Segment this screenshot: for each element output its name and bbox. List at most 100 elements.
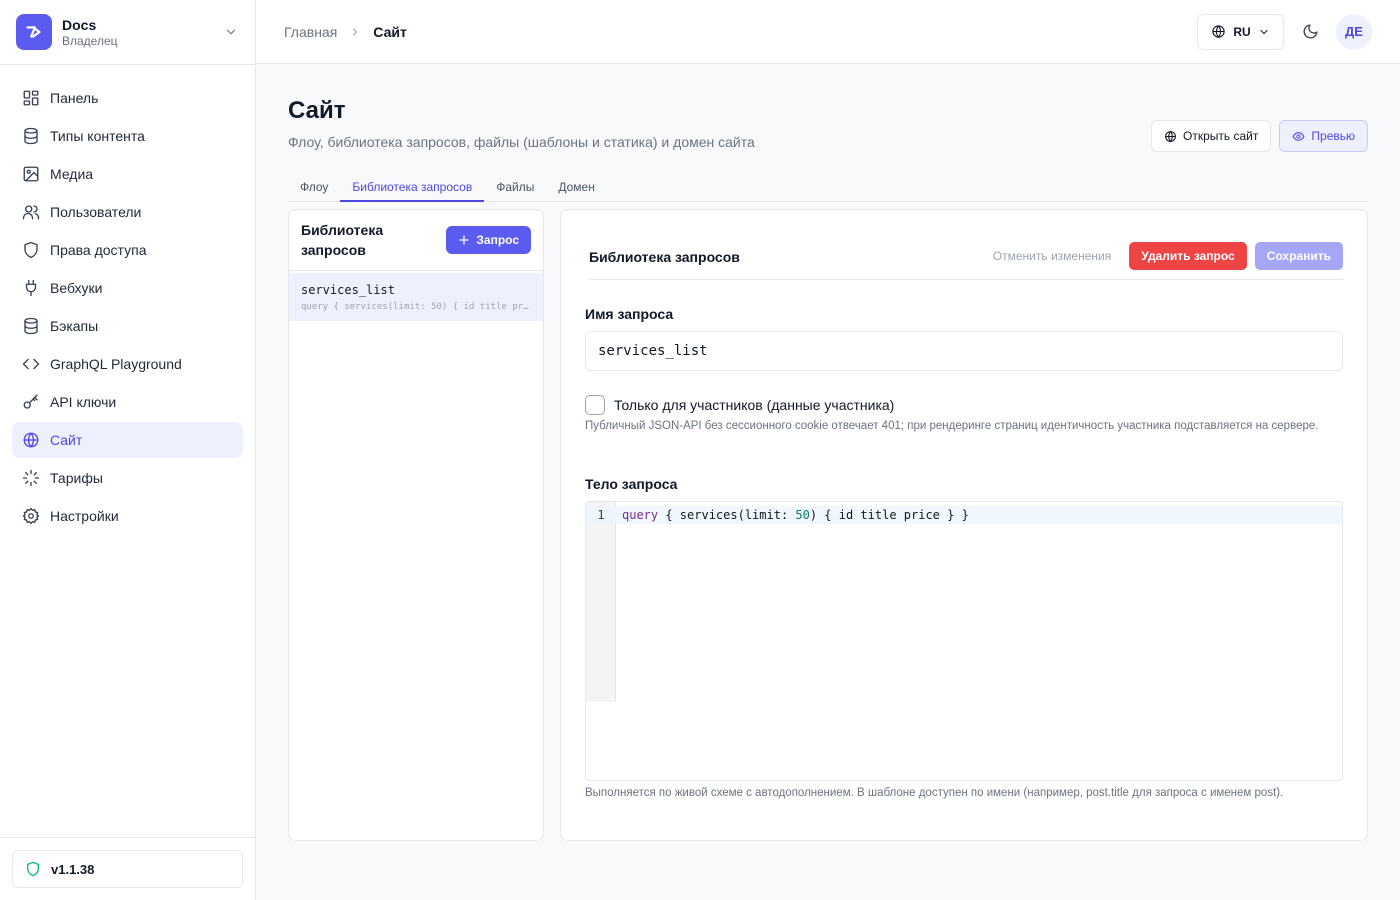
- plus-icon: [459, 235, 469, 245]
- tab-domain[interactable]: Домен: [546, 174, 607, 202]
- tab-flow[interactable]: Флоу: [288, 174, 340, 202]
- sidebar-nav: Панель Типы контента Медиа Пользователи …: [0, 65, 255, 534]
- editor-header: Библиотека запросов Отменить изменения У…: [589, 242, 1343, 280]
- globe-icon: [1212, 25, 1226, 38]
- sidebar-item-label: Медиа: [50, 166, 94, 182]
- users-icon: [22, 205, 40, 220]
- sidebar-item-graphql[interactable]: GraphQL Playground: [12, 346, 243, 382]
- shield-icon: [24, 241, 38, 259]
- query-editor-panel: Библиотека запросов Отменить изменения У…: [560, 209, 1368, 841]
- workspace-switcher[interactable]: Docs Владелец: [0, 0, 255, 65]
- workspace-role: Владелец: [62, 33, 118, 48]
- code-number: 50: [795, 508, 810, 522]
- version-text: v1.1.38: [51, 861, 95, 877]
- code-text: ) { id title price } }: [809, 508, 969, 522]
- query-body-label: Тело запроса: [585, 476, 678, 492]
- sidebar-item-label: Пользователи: [50, 204, 142, 220]
- code-text: { services(limit:: [658, 508, 796, 522]
- sidebar-item-webhooks[interactable]: Вебхуки: [12, 270, 243, 306]
- sidebar-item-settings[interactable]: Настройки: [12, 498, 243, 534]
- sidebar-item-api-keys[interactable]: API ключи: [12, 384, 243, 420]
- moon-icon: [1303, 24, 1318, 39]
- sidebar-item-label: Сайт: [50, 432, 83, 448]
- query-name-label: Имя запроса: [585, 306, 674, 322]
- language-select[interactable]: RU: [1197, 13, 1284, 50]
- globe-icon: [1165, 130, 1176, 142]
- language-value: RU: [1233, 24, 1251, 39]
- plug-icon: [25, 279, 37, 297]
- preview-button[interactable]: Превью: [1279, 120, 1368, 152]
- page-title: Сайт: [288, 97, 346, 124]
- editor-title: Библиотека запросов: [589, 249, 740, 265]
- globe-icon: [23, 432, 39, 448]
- query-name-input[interactable]: services_list: [585, 331, 1343, 371]
- query-body-hint: Выполняется по живой схеме с автодополне…: [585, 787, 1284, 799]
- add-query-label: Запрос: [476, 233, 519, 247]
- breadcrumb-home[interactable]: Главная: [284, 24, 337, 40]
- code-line: query { services(limit: 50) { id title p…: [616, 506, 1342, 524]
- cancel-changes-button[interactable]: Отменить изменения: [983, 242, 1121, 270]
- add-query-button[interactable]: Запрос: [446, 226, 531, 254]
- app-logo-icon: [16, 14, 52, 50]
- top-bar: Главная Сайт RU ДЕ: [256, 0, 1400, 64]
- sidebar-item-permissions[interactable]: Права доступа: [12, 232, 243, 268]
- page-subtitle: Флоу, библиотека запросов, файлы (шаблон…: [288, 134, 755, 150]
- breadcrumb: Главная Сайт: [284, 24, 407, 40]
- members-only-hint: Публичный JSON-API без сессионного cooki…: [585, 420, 1319, 432]
- chevron-down-icon: [223, 24, 239, 40]
- database-icon: [24, 127, 38, 145]
- query-name: services_list: [301, 283, 395, 297]
- sidebar: Docs Владелец Панель Типы контента Медиа…: [0, 0, 256, 900]
- loader-icon: [22, 469, 40, 487]
- database-icon: [24, 317, 38, 335]
- sidebar-item-users[interactable]: Пользователи: [12, 194, 243, 230]
- query-list-panel: Библиотека запросов Запрос services_list…: [288, 209, 544, 841]
- sidebar-item-label: GraphQL Playground: [50, 356, 182, 372]
- sidebar-item-backups[interactable]: Бэкапы: [12, 308, 243, 344]
- version-badge[interactable]: v1.1.38: [12, 850, 243, 888]
- line-gutter: 1: [586, 502, 616, 702]
- workspace-name: Docs: [62, 16, 97, 33]
- sidebar-item-label: Панель: [50, 90, 99, 106]
- sidebar-item-content-types[interactable]: Типы контента: [12, 118, 243, 154]
- members-only-checkbox[interactable]: [585, 395, 605, 415]
- query-list-title: Библиотека запросов: [301, 222, 384, 258]
- sidebar-footer: v1.1.38: [0, 837, 255, 900]
- sidebar-item-dashboard[interactable]: Панель: [12, 80, 243, 116]
- sidebar-item-media[interactable]: Медиа: [12, 156, 243, 192]
- chevron-down-icon: [1260, 29, 1268, 34]
- sidebar-item-label: Вебхуки: [50, 280, 103, 296]
- members-only-label: Только для участников (данные участника): [614, 397, 895, 413]
- sidebar-item-label: Права доступа: [50, 242, 147, 258]
- save-button[interactable]: Сохранить: [1254, 242, 1343, 270]
- open-site-label: Открыть сайт: [1183, 129, 1259, 143]
- theme-toggle[interactable]: [1292, 14, 1328, 50]
- breadcrumb-current: Сайт: [373, 23, 407, 40]
- sidebar-item-label: Настройки: [50, 508, 119, 524]
- sidebar-item-plans[interactable]: Тарифы: [12, 460, 243, 496]
- tab-query-library[interactable]: Библиотека запросов: [340, 174, 485, 202]
- sidebar-item-label: API ключи: [50, 394, 117, 410]
- sidebar-item-label: Тарифы: [50, 470, 103, 486]
- preview-label: Превью: [1311, 129, 1355, 143]
- dashboard-icon: [23, 90, 39, 106]
- delete-query-button[interactable]: Удалить запрос: [1129, 242, 1247, 270]
- sidebar-item-site[interactable]: Сайт: [12, 422, 243, 458]
- query-body-editor[interactable]: 1 query { services(limit: 50) { id title…: [585, 501, 1343, 781]
- code-icon: [22, 358, 40, 370]
- query-preview: query { services(limit: 50) { id title p…: [301, 302, 531, 312]
- tab-files[interactable]: Файлы: [484, 174, 546, 202]
- gear-icon: [22, 507, 40, 525]
- chevron-right-icon: [349, 26, 361, 38]
- members-only-row: Только для участников (данные участника): [585, 395, 894, 415]
- open-site-button[interactable]: Открыть сайт: [1151, 120, 1272, 152]
- shield-check-icon: [27, 861, 39, 877]
- list-item[interactable]: services_list query { services(limit: 50…: [289, 273, 543, 321]
- line-number: 1: [586, 506, 616, 524]
- image-icon: [23, 166, 39, 182]
- avatar[interactable]: ДЕ: [1336, 13, 1372, 50]
- eye-icon: [1292, 131, 1305, 141]
- page-actions: Открыть сайт Превью: [1151, 120, 1368, 152]
- key-icon: [23, 394, 38, 409]
- code-keyword: query: [622, 508, 659, 522]
